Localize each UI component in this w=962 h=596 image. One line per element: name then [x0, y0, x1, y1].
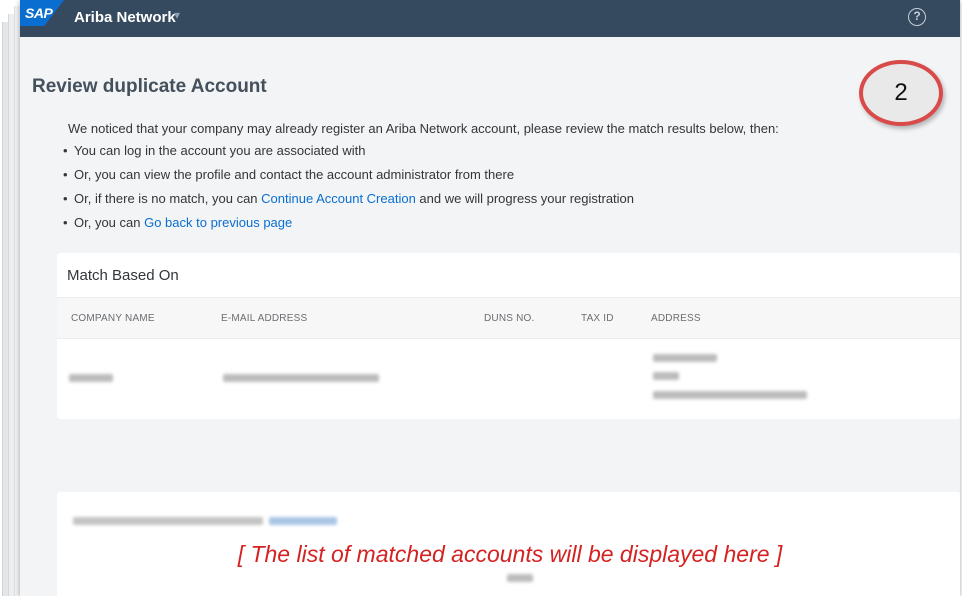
instruction-list: You can log in the account you are assoc…	[63, 141, 634, 237]
table-row	[57, 339, 960, 419]
column-email-address: E-MAIL ADDRESS	[221, 313, 308, 324]
stacked-page-edges	[0, 0, 22, 596]
column-duns-no: DUNS NO.	[484, 313, 535, 324]
step-number-badge: 2	[859, 60, 943, 126]
redacted-email	[223, 374, 379, 382]
list-item: You can log in the account you are assoc…	[63, 141, 634, 165]
redacted-company-name	[69, 374, 113, 382]
go-back-link[interactable]: Go back to previous page	[144, 215, 292, 230]
redacted-heading	[73, 517, 263, 525]
redacted-address-line	[653, 372, 679, 380]
match-based-on-card: Match Based On COMPANY NAME E-MAIL ADDRE…	[57, 253, 960, 419]
list-item: Or, you can Go back to previous page	[63, 213, 634, 237]
column-company-name: COMPANY NAME	[71, 313, 155, 324]
browser-page: SAP Ariba Network ▾ ? 2 Review duplicate…	[20, 0, 960, 596]
redacted-address-line	[653, 354, 717, 362]
chevron-down-icon[interactable]: ▾	[174, 8, 180, 22]
redacted-text	[507, 574, 533, 582]
top-navigation-bar: SAP Ariba Network ▾ ?	[20, 0, 960, 37]
list-item: Or, you can view the profile and contact…	[63, 165, 634, 189]
column-address: ADDRESS	[651, 313, 701, 324]
help-icon[interactable]: ?	[908, 8, 926, 26]
card-title: Match Based On	[67, 267, 179, 284]
page-title: Review duplicate Account	[32, 76, 267, 97]
continue-account-creation-link[interactable]: Continue Account Creation	[261, 191, 416, 206]
column-tax-id: TAX ID	[581, 313, 614, 324]
placeholder-annotation: [ The list of matched accounts will be d…	[237, 541, 783, 567]
app-name[interactable]: Ariba Network	[74, 9, 176, 26]
table-header: COMPANY NAME E-MAIL ADDRESS DUNS NO. TAX…	[57, 297, 960, 339]
intro-text: We noticed that your company may already…	[68, 121, 779, 136]
sap-logo[interactable]: SAP	[20, 0, 64, 26]
redacted-link[interactable]	[269, 517, 337, 525]
list-item: Or, if there is no match, you can Contin…	[63, 189, 634, 213]
redacted-address-line	[653, 391, 807, 399]
